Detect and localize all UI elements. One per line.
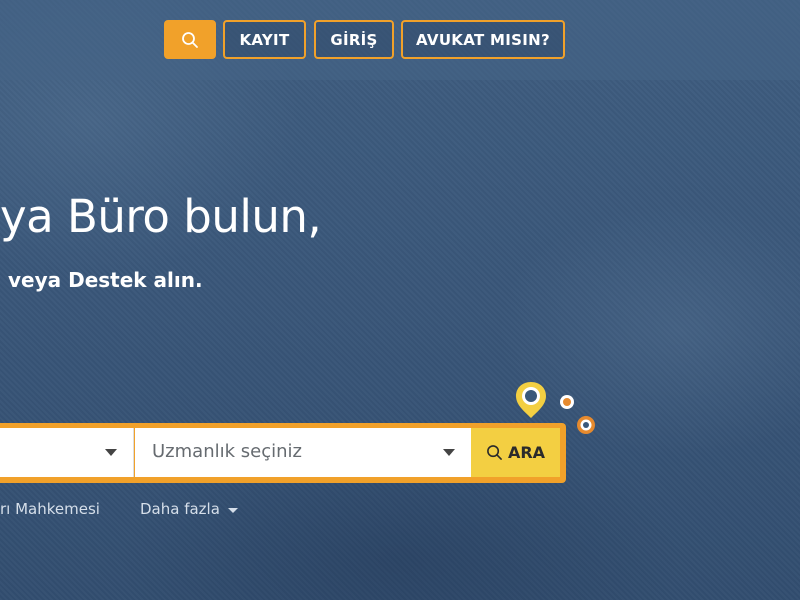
expertise-select[interactable]: Uzmanlık seçiniz xyxy=(135,428,471,477)
expertise-placeholder: Uzmanlık seçiniz xyxy=(152,441,302,462)
register-button[interactable]: KAYIT xyxy=(223,20,306,59)
login-button[interactable]: GİRİŞ xyxy=(314,20,394,59)
header-search-button[interactable] xyxy=(164,20,216,59)
hero-background xyxy=(0,0,800,600)
hero-title: ya Büro bulun, xyxy=(0,190,322,243)
map-pin-orange-icon xyxy=(577,416,595,434)
quick-link-court[interactable]: rı Mahkemesi xyxy=(0,500,100,518)
chevron-down-icon xyxy=(443,449,455,456)
quick-link-more-label: Daha fazla xyxy=(140,500,220,518)
quick-link-more[interactable]: Daha fazla xyxy=(140,500,238,518)
search-submit-button[interactable]: ARA xyxy=(471,428,560,477)
top-navigation-bar xyxy=(0,0,800,80)
search-icon xyxy=(182,31,198,48)
chevron-down-icon xyxy=(105,449,117,456)
map-pin-icon xyxy=(516,382,546,418)
are-you-lawyer-button[interactable]: AVUKAT MISIN? xyxy=(401,20,565,59)
hero-subtitle: veya Destek alın. xyxy=(8,268,203,292)
location-select[interactable] xyxy=(0,428,134,477)
caret-down-icon xyxy=(227,507,238,513)
search-submit-label: ARA xyxy=(507,443,546,462)
map-pin-small-icon xyxy=(560,395,574,409)
search-icon xyxy=(487,445,502,460)
